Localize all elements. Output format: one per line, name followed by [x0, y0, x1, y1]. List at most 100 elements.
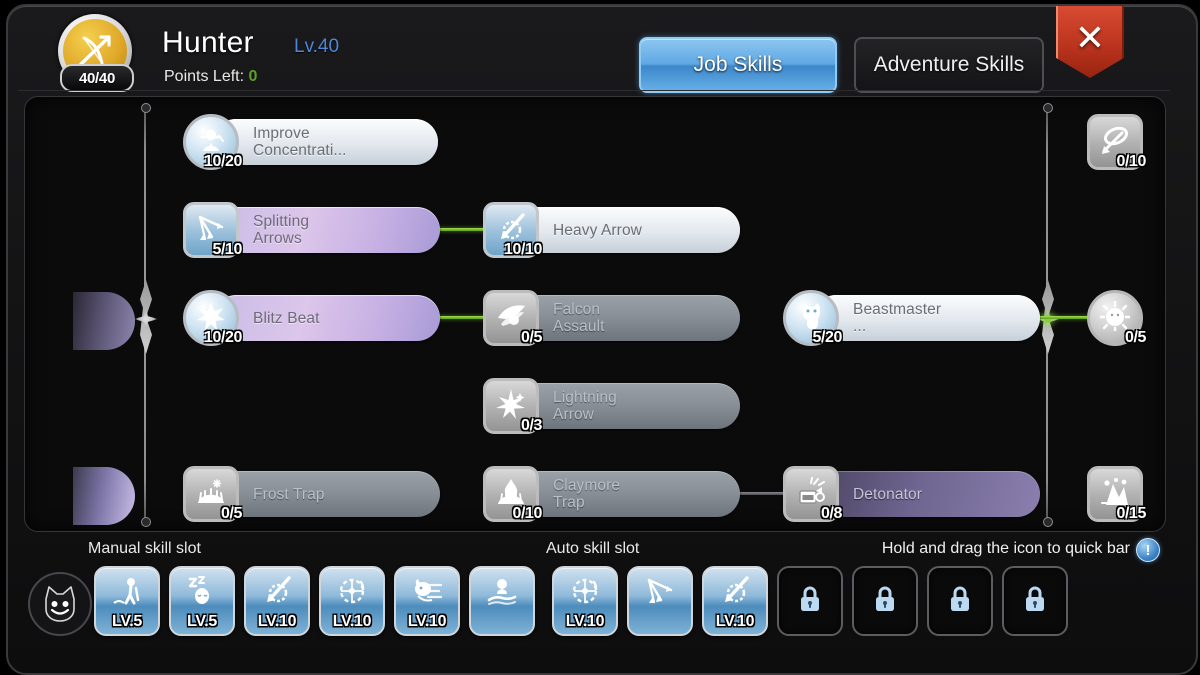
lightning-burst-icon[interactable]: 0/3	[483, 378, 542, 434]
lock-icon	[929, 584, 991, 620]
quick-slot-filled[interactable]: LV.10	[552, 566, 618, 636]
manual-skill-slot-label: Manual skill slot	[88, 540, 201, 557]
skill-rank-count: 0/3	[520, 417, 542, 434]
quick-slot-level: LV.10	[715, 613, 755, 630]
skill-pill[interactable]: Claymore Trap	[513, 471, 740, 517]
skill-pill[interactable]: Blitz Beat	[213, 295, 440, 341]
split-arrows-icon	[629, 576, 691, 612]
falcon-icon[interactable]: 0/5	[483, 290, 542, 346]
skill-rank-count: 10/10	[503, 241, 542, 258]
quick-slot-filled[interactable]: LV.5	[94, 566, 160, 636]
skill-node[interactable]: Heavy Arrow 10/10	[483, 202, 740, 258]
skill-node[interactable]: Lightning Arrow 0/3	[483, 378, 740, 434]
job-level: Lv.40	[294, 36, 340, 57]
skill-pill[interactable]: Splitting Arrows	[213, 207, 440, 253]
skill-rank-count: 0/10	[512, 505, 542, 522]
skill-rank-count: 0/5	[520, 329, 542, 346]
skill-name-line2: Concentrati...	[253, 142, 347, 159]
lock-icon	[779, 584, 841, 620]
skill-name: Blitz Beat	[253, 309, 320, 327]
quick-slot-filled[interactable]: LV.10	[319, 566, 385, 636]
rail-cap-left-bottom	[141, 517, 151, 527]
skill-name-line2: ...	[853, 318, 867, 335]
blitz-burst-icon[interactable]: 10/20	[183, 290, 242, 346]
quick-bar: Manual skill slot Auto skill slot Hold a…	[24, 536, 1164, 654]
quick-slot-filled[interactable]: LV.10	[244, 566, 310, 636]
cat-face-icon[interactable]	[28, 572, 92, 636]
skill-node[interactable]: Beastmaster... 5/20	[783, 290, 1040, 346]
beast-pets-icon[interactable]: 5/20	[783, 290, 842, 346]
quick-slot-filled[interactable]: LV.10	[394, 566, 460, 636]
skill-name: Detonator	[853, 485, 922, 503]
tab-adventure-skills[interactable]: Adventure Skills	[854, 37, 1044, 93]
portrait-level-badge: 40/40	[60, 64, 134, 92]
lock-icon	[1004, 584, 1066, 620]
skill-rank-count: 0/10	[1116, 153, 1146, 170]
skill-pill[interactable]: Heavy Arrow	[513, 207, 740, 253]
wind-wheel-icon	[554, 576, 616, 612]
skill-tree-screen: 40/40 Hunter Lv.40 Points Left: 0 Job Sk…	[0, 0, 1200, 675]
skill-name: Frost Trap	[253, 485, 325, 503]
skill-rank-count: 5/20	[812, 329, 842, 346]
skill-node[interactable]: Blitz Beat 10/20	[183, 290, 440, 346]
node-star	[134, 307, 158, 331]
stop-stagger-icon	[96, 576, 158, 612]
skill-pill[interactable]: Falcon Assault	[513, 295, 740, 341]
rail-cap-right-bottom	[1043, 517, 1053, 527]
skill-name: Falcon	[553, 301, 601, 318]
skill-name-line2: Assault	[553, 318, 605, 335]
offscreen-skill-pill-lower[interactable]	[73, 467, 135, 525]
split-arrows-icon[interactable]: 5/10	[183, 202, 242, 258]
edge-skill-bottom[interactable]: 0/15	[1087, 466, 1146, 522]
sleep-zz-icon	[171, 576, 233, 612]
quick-slot-filled[interactable]	[627, 566, 693, 636]
quick-slot-locked[interactable]	[1002, 566, 1068, 636]
skill-pill[interactable]: Lightning Arrow	[513, 383, 740, 429]
skill-pill[interactable]: Improve Concentrati...	[213, 119, 438, 165]
lasso-ring-icon[interactable]: 0/10	[1087, 114, 1146, 170]
heavy-arrow-icon[interactable]: 10/10	[483, 202, 542, 258]
rail-cap-right-top	[1043, 103, 1053, 113]
quick-slot-level: LV.5	[112, 613, 142, 630]
quick-slot-filled[interactable]: LV.5	[169, 566, 235, 636]
skill-name: Claymore	[553, 477, 621, 494]
info-exclamation-icon[interactable]: !	[1136, 538, 1160, 562]
skill-rank-count: 0/5	[1124, 329, 1146, 346]
skill-rank-count: 0/8	[820, 505, 842, 522]
tab-job-skills[interactable]: Job Skills	[639, 37, 837, 93]
quick-slot-locked[interactable]	[777, 566, 843, 636]
frost-trap-icon[interactable]: 0/5	[183, 466, 242, 522]
lock-icon	[854, 584, 916, 620]
skill-node[interactable]: Falcon Assault 0/5	[483, 290, 740, 346]
skill-node[interactable]: Improve Concentrati... 10/20	[183, 114, 438, 170]
skill-pill[interactable]: Frost Trap	[213, 471, 440, 517]
skill-tree-panel: Improve Concentrati... 10/20 Splitting Arrow…	[24, 96, 1166, 532]
skill-node[interactable]: Frost Trap 0/5	[183, 466, 440, 522]
fire-trap-icon[interactable]: 0/10	[483, 466, 542, 522]
header-divider	[18, 90, 1170, 91]
quick-slot-level: LV.10	[407, 613, 447, 630]
skill-name: Lightning	[553, 389, 617, 406]
tnt-detonator-icon[interactable]: 0/8	[783, 466, 842, 522]
edge-skill-top[interactable]: 0/10	[1087, 114, 1146, 170]
skill-node[interactable]: Detonator 0/8	[783, 466, 1040, 522]
shatter-burst-icon[interactable]: 0/15	[1087, 466, 1146, 522]
close-button[interactable]: ✕	[1056, 6, 1124, 78]
points-left-label: Points Left:	[164, 68, 245, 85]
skill-rank-count: 5/10	[212, 241, 242, 258]
quick-slot-level: LV.10	[565, 613, 605, 630]
radiant-beast-icon[interactable]: 0/5	[1087, 290, 1146, 346]
skill-pill[interactable]: Beastmaster...	[813, 295, 1040, 341]
quick-slot-locked[interactable]	[927, 566, 993, 636]
job-portrait: 40/40	[58, 14, 134, 92]
skill-rank-count: 10/20	[203, 153, 242, 170]
quick-slot-locked[interactable]	[852, 566, 918, 636]
meditate-icon[interactable]: 10/20	[183, 114, 242, 170]
quick-slot-filled[interactable]: LV.10	[702, 566, 768, 636]
skill-rank-count: 0/15	[1116, 505, 1146, 522]
skill-node[interactable]: Claymore Trap 0/10	[483, 466, 740, 522]
skill-node[interactable]: Splitting Arrows 5/10	[183, 202, 440, 258]
quick-slot-filled[interactable]	[469, 566, 535, 636]
edge-skill-mid[interactable]: 0/5	[1087, 290, 1146, 346]
skill-pill[interactable]: Detonator	[813, 471, 1040, 517]
